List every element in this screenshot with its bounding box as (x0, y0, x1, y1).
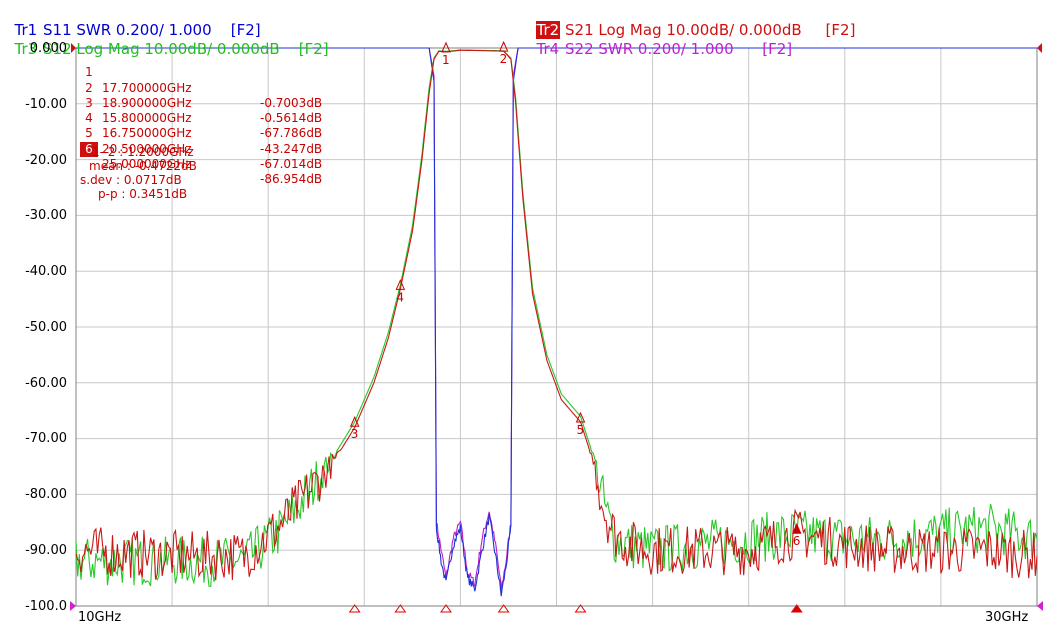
marker-label: 5 (577, 423, 585, 437)
marker-row[interactable]: 4 16.750000GHz -43.247dB (80, 96, 322, 156)
reference-pointer-icon (70, 601, 76, 611)
marker-label: 2 (500, 52, 508, 66)
trace-label-tr4[interactable]: Tr4 S22 SWR 0.200/ 1.000 [F2] (526, 22, 793, 58)
stat-sdev: s.dev : 0.0717dB (80, 173, 182, 187)
y-tick-label: 0.000 (29, 41, 67, 56)
stat-mean: mean : -0.4722dB (89, 159, 197, 173)
marker-value: -43.247dB (260, 141, 323, 156)
marker-value: -67.786dB (260, 126, 323, 141)
marker-row[interactable]: 5 20.500000GHz -67.014dB (80, 111, 322, 171)
trace-fkey: [F2] (825, 21, 856, 39)
y-tick-label: -90.00 (25, 543, 67, 558)
y-tick-label: -20.00 (25, 153, 67, 168)
y-tick-label: -100.0 (25, 599, 67, 614)
trace-fkey: [F2] (762, 40, 793, 58)
trace-desc: S12 Log Mag 10.00dB/ 0.000dB (43, 40, 280, 58)
marker-frequency: 16.750000GHz (102, 126, 192, 141)
x-start-label: 10GHz (78, 610, 122, 625)
marker-row[interactable]: 2 18.900000GHz -0.5614dB (80, 65, 322, 126)
marker-row[interactable]: 1 17.700000GHz -0.7003dB (80, 50, 322, 110)
y-tick-label: -50.00 (25, 320, 67, 335)
marker-triangle (498, 40, 509, 52)
marker-value: -0.7003dB (260, 95, 323, 110)
trace-desc: S22 SWR 0.200/ 1.000 (565, 40, 734, 58)
marker-frequency: 17.700000GHz (102, 80, 192, 95)
marker-row-active[interactable]: 6 25.000000GHz -86.954dB (80, 126, 322, 186)
marker-table: 1 17.700000GHz -0.7003dB 2 18.900000GHz … (80, 50, 322, 186)
trace-tag: Tr4 (536, 40, 560, 58)
reference-pointer-icon (1037, 43, 1042, 53)
trace-fkey: [F2] (298, 40, 329, 58)
y-tick-label: -70.00 (25, 431, 67, 446)
marker-value: -86.954dB (260, 172, 323, 187)
y-tick-label: -10.00 (25, 97, 67, 112)
stat-pp: p-p : 0.3451dB (98, 187, 188, 201)
y-tick-label: -30.00 (25, 208, 67, 223)
x-stop-label: 30GHz (985, 610, 1029, 625)
marker-frequency: 15.800000GHz (102, 111, 192, 126)
marker-label: 3 (351, 427, 359, 441)
marker-label: 1 (442, 53, 450, 67)
marker-value: -0.5614dB (260, 111, 323, 126)
marker-label: 6 (793, 534, 801, 548)
marker-value: -67.014dB (260, 157, 323, 172)
y-tick-label: -80.00 (25, 487, 67, 502)
marker-frequency: 18.900000GHz (102, 95, 192, 110)
marker-label: 4 (396, 290, 404, 304)
y-tick-label: -40.00 (25, 264, 67, 279)
marker-span: 1- 2 : 1.2000GHz (92, 145, 194, 159)
marker-row[interactable]: 3 15.800000GHz -67.786dB (80, 81, 322, 141)
marker-triangle (791, 522, 802, 534)
reference-pointer-icon (1037, 601, 1043, 611)
y-tick-label: -60.00 (25, 376, 67, 391)
